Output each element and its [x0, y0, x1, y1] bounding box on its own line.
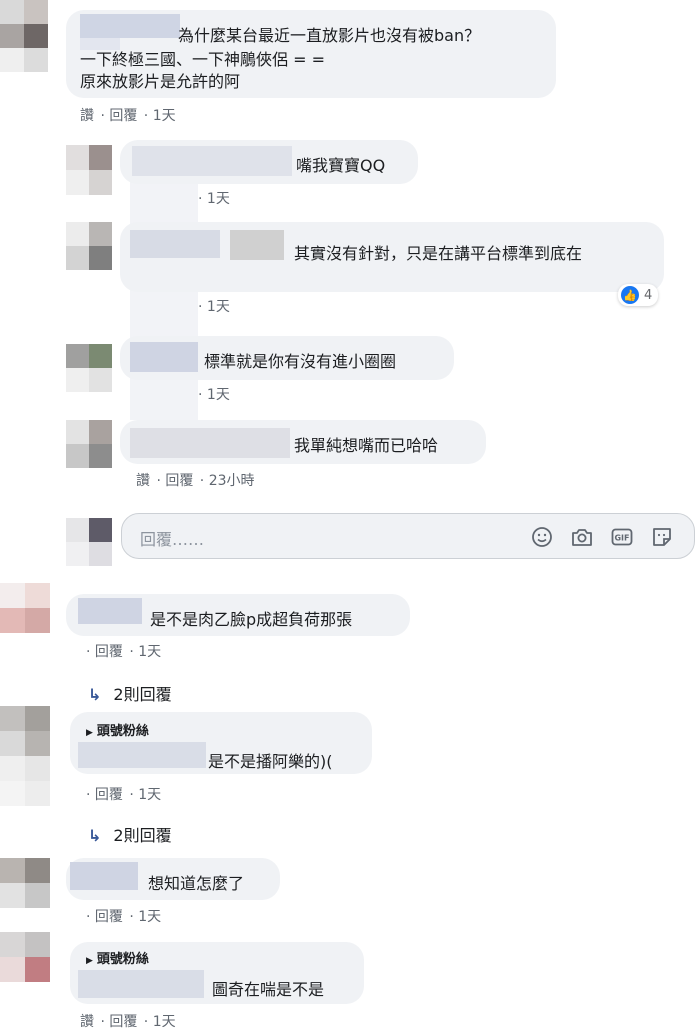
emoji-icon[interactable]: [530, 525, 554, 549]
comment-actions: · 1天: [198, 387, 230, 403]
reply-arrow-icon: ↳: [88, 826, 102, 845]
blurred-username: [80, 14, 180, 38]
reply-link[interactable]: 回覆: [109, 1014, 137, 1030]
reply-arrow-icon: ↳: [88, 685, 102, 704]
blurred-username: [78, 598, 142, 624]
comment-text: 想知道怎麼了: [148, 874, 245, 893]
comment-text: 是不是肉乙臉p成超負荷那張: [150, 610, 353, 629]
camera-icon[interactable]: [570, 525, 594, 549]
timestamp[interactable]: 23小時: [209, 473, 255, 489]
avatar[interactable]: [66, 420, 112, 468]
top-fan-badge: ▶ 頭號粉絲: [86, 952, 149, 967]
comment-actions: 讚 · 回覆 · 1天: [80, 1014, 176, 1030]
comment-text-line: 為什麼某台最近一直放影片也沒有被ban？: [178, 26, 481, 45]
avatar[interactable]: [66, 344, 112, 392]
top-fan-icon: ▶: [86, 956, 93, 966]
blurred-username: [78, 742, 206, 768]
timestamp[interactable]: 1天: [153, 1014, 176, 1030]
avatar[interactable]: [0, 858, 50, 908]
timestamp[interactable]: 1天: [207, 299, 230, 315]
blurred-username: [132, 146, 292, 176]
blurred-username: [70, 862, 138, 890]
timestamp[interactable]: 1天: [138, 787, 161, 803]
reply-text: 嘴我寶寶QQ: [296, 156, 386, 175]
blurred-username: [230, 230, 284, 260]
comment-text-line: 一下終極三國、一下神鵰俠侶 = =: [80, 50, 325, 69]
blurred-username: [130, 428, 290, 458]
avatar[interactable]: [0, 583, 50, 633]
avatar[interactable]: [0, 706, 50, 806]
comment-actions: · 1天: [198, 191, 230, 207]
reply-link[interactable]: 回覆: [95, 787, 123, 803]
blurred-username: [130, 230, 220, 258]
comment-actions: · 回覆 · 1天: [86, 787, 162, 803]
reply-input-placeholder: 回覆……: [140, 530, 205, 549]
reaction-count[interactable]: 👍 4: [618, 284, 659, 306]
comment-actions: 讚 · 回覆 · 23小時: [136, 473, 255, 489]
comment-text-line: 原來放影片是允許的阿: [80, 72, 241, 91]
avatar[interactable]: [66, 145, 112, 195]
reply-link[interactable]: 回覆: [109, 108, 137, 124]
like-link[interactable]: 讚: [80, 1014, 94, 1030]
timestamp[interactable]: 1天: [207, 191, 230, 207]
avatar: [66, 518, 112, 566]
reply-text: 標準就是你有沒有進小圈圈: [204, 352, 397, 371]
blurred-username: [78, 970, 204, 998]
svg-text:GIF: GIF: [614, 534, 629, 543]
comment-actions: · 1天: [198, 299, 230, 315]
avatar[interactable]: [0, 932, 50, 982]
like-link[interactable]: 讚: [136, 473, 150, 489]
reply-link[interactable]: 回覆: [165, 473, 193, 489]
reply-link[interactable]: 回覆: [95, 909, 123, 925]
view-replies-link[interactable]: ↳ 2則回覆: [88, 681, 172, 705]
timestamp[interactable]: 1天: [138, 644, 161, 660]
blurred-username: [130, 342, 198, 372]
comment-actions: · 回覆 · 1天: [86, 909, 162, 925]
timestamp[interactable]: 1天: [138, 909, 161, 925]
top-fan-badge: ▶ 頭號粉絲: [86, 724, 149, 739]
reply-text: 其實沒有針對，只是在講平台標準到底在: [294, 244, 583, 263]
like-link[interactable]: 讚: [80, 108, 94, 124]
reply-text: 圖奇在喘是不是: [212, 980, 325, 999]
avatar[interactable]: [0, 0, 48, 72]
reply-link[interactable]: 回覆: [95, 644, 123, 660]
timestamp[interactable]: 1天: [153, 108, 176, 124]
top-fan-icon: ▶: [86, 728, 93, 738]
reply-text: 我單純想嘴而已哈哈: [294, 436, 439, 455]
sticker-icon[interactable]: [650, 525, 674, 549]
reply-text: 是不是播阿樂的)(: [208, 752, 333, 771]
comment-actions: · 回覆 · 1天: [86, 644, 162, 660]
reply-input[interactable]: 回覆…… GIF: [121, 513, 695, 559]
gif-icon[interactable]: GIF: [610, 525, 634, 549]
avatar[interactable]: [66, 222, 112, 270]
timestamp[interactable]: 1天: [207, 387, 230, 403]
comment-actions: 讚 · 回覆 · 1天: [80, 108, 176, 124]
thumbs-up-icon: 👍: [621, 286, 639, 304]
view-replies-link[interactable]: ↳ 2則回覆: [88, 822, 172, 846]
